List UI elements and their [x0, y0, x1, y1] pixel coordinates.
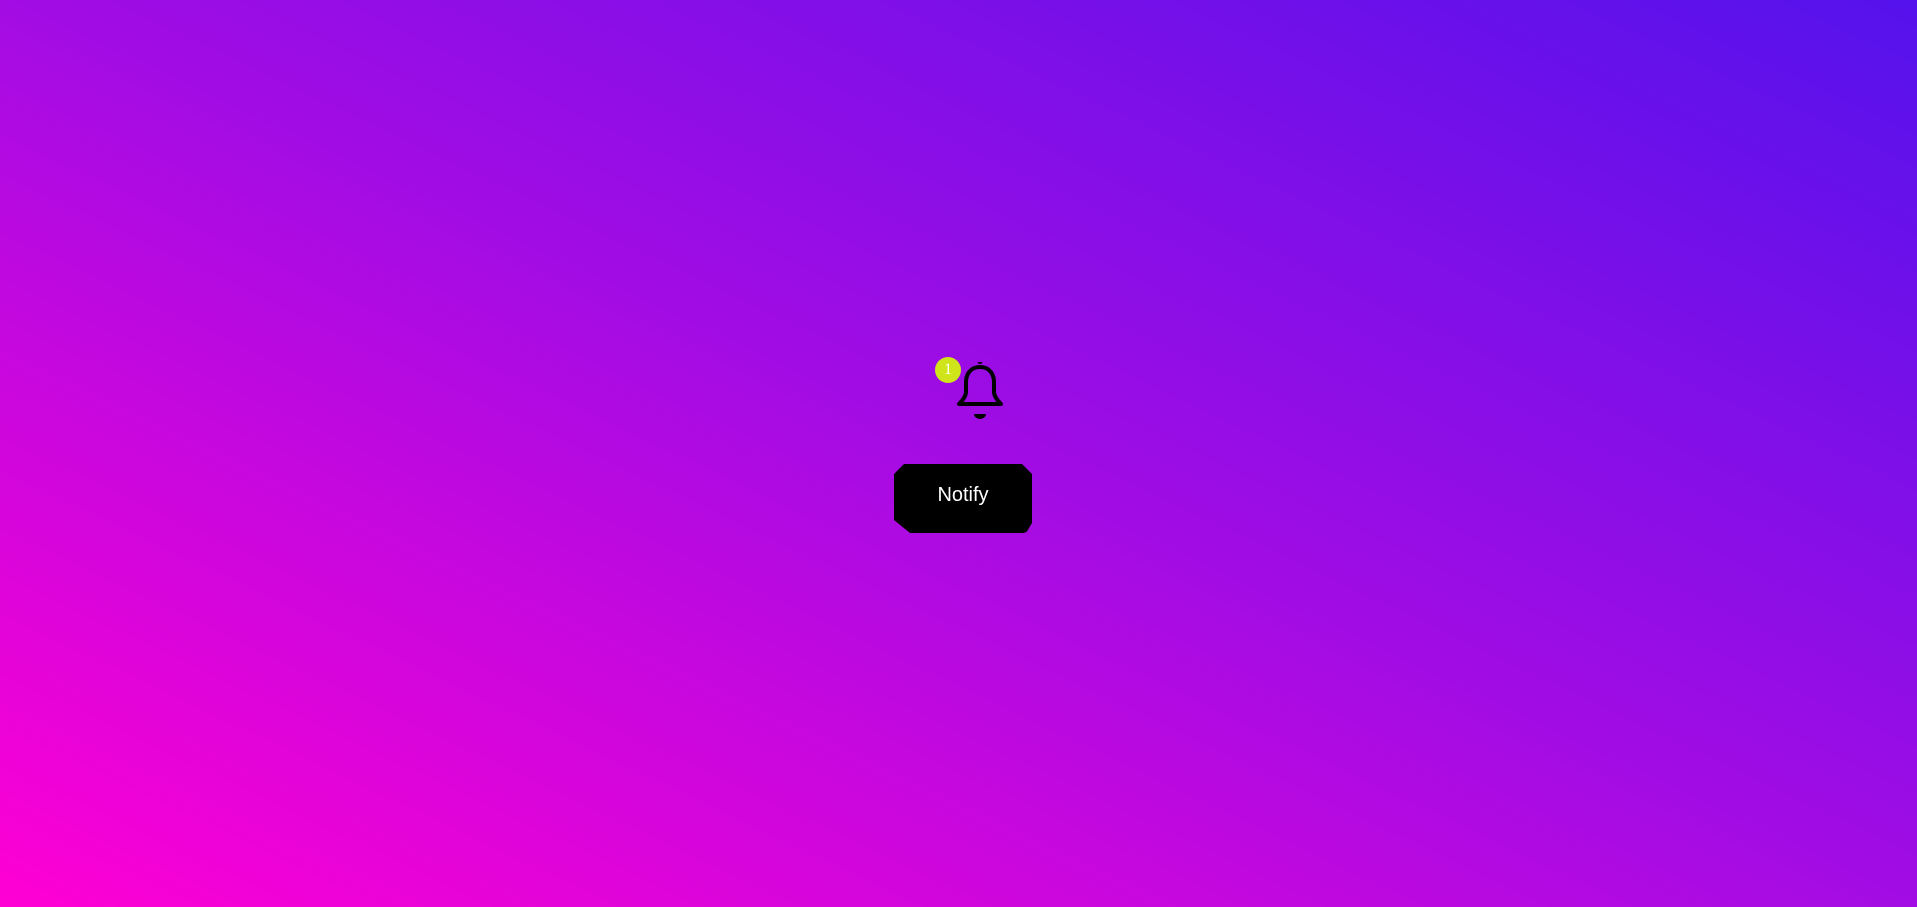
notify-button[interactable]: Notify	[894, 464, 1032, 533]
notification-count-badge: 1	[935, 357, 961, 383]
